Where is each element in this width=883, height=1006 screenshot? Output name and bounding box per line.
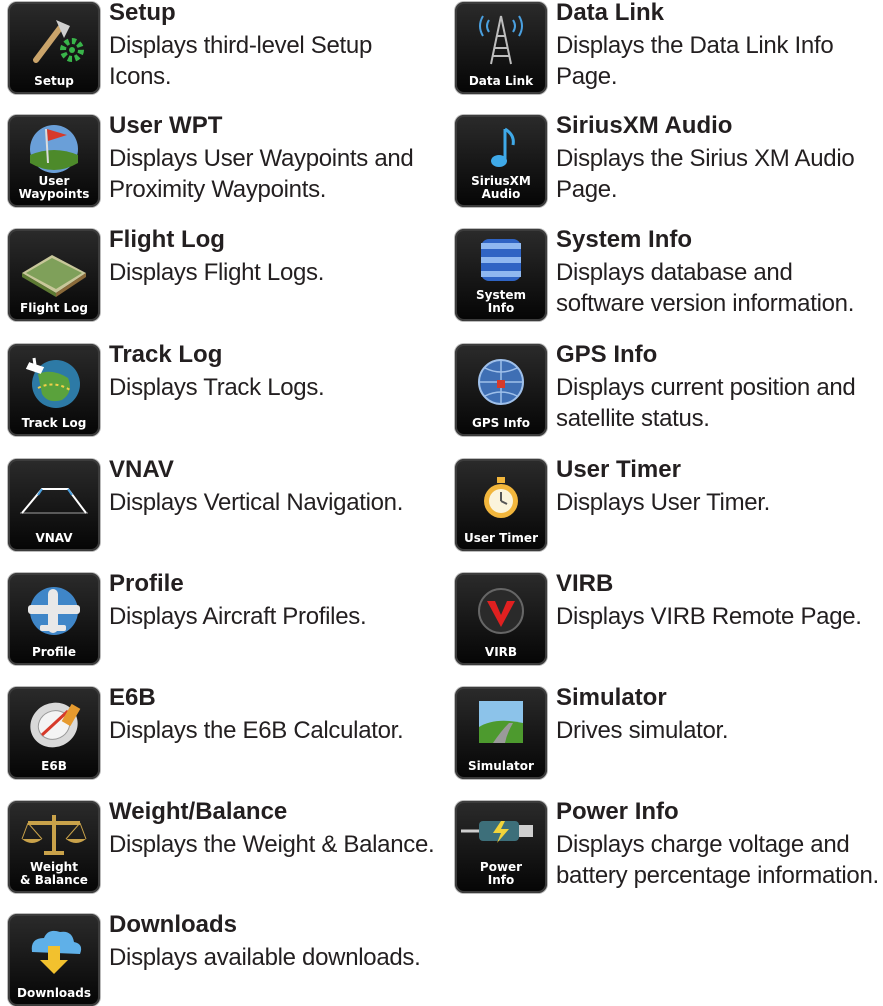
icon-label: E6B bbox=[41, 759, 67, 773]
weight-balance-icon: Weight & Balance bbox=[8, 801, 100, 893]
downloads-icon: Downloads bbox=[8, 914, 100, 1006]
e6b-icon: E6B bbox=[8, 687, 100, 779]
entry-title: VNAV bbox=[109, 456, 174, 483]
entry-description: Displays VIRB Remote Page. bbox=[556, 603, 862, 630]
entry-title: Flight Log bbox=[109, 226, 225, 253]
entry-description: Displays database and software version i… bbox=[556, 259, 855, 317]
icon-label: Simulator bbox=[468, 759, 534, 773]
entry-description: Displays the E6B Calculator. bbox=[109, 717, 404, 744]
entry-description: Drives simulator. bbox=[556, 717, 729, 744]
icon-label: Power Info bbox=[479, 860, 523, 887]
gps-info-icon: GPS Info bbox=[455, 344, 547, 436]
entry-description: Displays User Timer. bbox=[556, 489, 771, 516]
icon-label: Track Log bbox=[21, 416, 87, 430]
entry-title: System Info bbox=[556, 226, 693, 253]
icon-label: User Timer bbox=[464, 531, 538, 545]
entry-description: Displays the Data Link Info Page. bbox=[556, 32, 834, 90]
icon-label: VNAV bbox=[35, 531, 73, 545]
vnav-icon: VNAV bbox=[8, 459, 100, 551]
virb-icon: VIRB bbox=[455, 573, 547, 665]
user-waypoints-icon: User Waypoints bbox=[8, 115, 100, 207]
system-info-icon: System Info bbox=[455, 229, 547, 321]
entry-title: Setup bbox=[109, 0, 176, 26]
entry-title: VIRB bbox=[556, 570, 614, 597]
entry-title: Profile bbox=[109, 570, 184, 597]
entry-title: E6B bbox=[109, 684, 156, 711]
entry-description: Displays Track Logs. bbox=[109, 374, 325, 401]
entry-description: Displays current position and satellite … bbox=[556, 374, 856, 432]
entry-description: Displays the Weight & Balance. bbox=[109, 831, 435, 858]
icon-label: SiriusXM Audio bbox=[471, 174, 531, 201]
icon-label: Weight & Balance bbox=[20, 860, 88, 887]
icon-label: Data Link bbox=[468, 74, 534, 88]
icon-label: Downloads bbox=[16, 986, 92, 1000]
track-log-icon: Track Log bbox=[8, 344, 100, 436]
setup-icon: Setup bbox=[8, 2, 100, 94]
entry-description: Displays Flight Logs. bbox=[109, 259, 325, 286]
icon-label: Profile bbox=[31, 645, 77, 659]
entry-title: GPS Info bbox=[556, 341, 658, 368]
data-link-icon: Data Link bbox=[455, 2, 547, 94]
entry-description: Displays available downloads. bbox=[109, 944, 421, 971]
user-timer-icon: User Timer bbox=[455, 459, 547, 551]
entry-title: Weight/Balance bbox=[109, 798, 288, 825]
icon-label: Flight Log bbox=[20, 301, 88, 315]
flight-log-icon: Flight Log bbox=[8, 229, 100, 321]
profile-icon: Profile bbox=[8, 573, 100, 665]
entry-description: Displays Aircraft Profiles. bbox=[109, 603, 367, 630]
entry-description: Displays User Waypoints and Proximity Wa… bbox=[109, 145, 414, 203]
entry-title: User WPT bbox=[109, 112, 223, 139]
entry-title: Simulator bbox=[556, 684, 667, 711]
entry-title: Track Log bbox=[109, 341, 223, 368]
entry-description: Displays Vertical Navigation. bbox=[109, 489, 404, 516]
icon-label: GPS Info bbox=[472, 416, 530, 430]
entry-title: User Timer bbox=[556, 456, 681, 483]
icon-label: System Info bbox=[476, 288, 526, 315]
simulator-icon: Simulator bbox=[455, 687, 547, 779]
icon-label: VIRB bbox=[484, 645, 518, 659]
entry-title: Power Info bbox=[556, 798, 679, 825]
siriusxm-audio-icon: SiriusXM Audio bbox=[455, 115, 547, 207]
entry-description: Displays third-level Setup Icons. bbox=[109, 32, 372, 90]
power-info-icon: Power Info bbox=[455, 801, 547, 893]
entry-title: Data Link bbox=[556, 0, 665, 26]
icon-label: Setup bbox=[34, 74, 74, 88]
icon-label: User Waypoints bbox=[18, 174, 90, 201]
entry-title: Downloads bbox=[109, 911, 238, 938]
entry-title: SiriusXM Audio bbox=[556, 112, 733, 139]
entry-description: Displays the Sirius XM Audio Page. bbox=[556, 145, 855, 203]
entry-description: Displays charge voltage and battery perc… bbox=[556, 831, 879, 889]
